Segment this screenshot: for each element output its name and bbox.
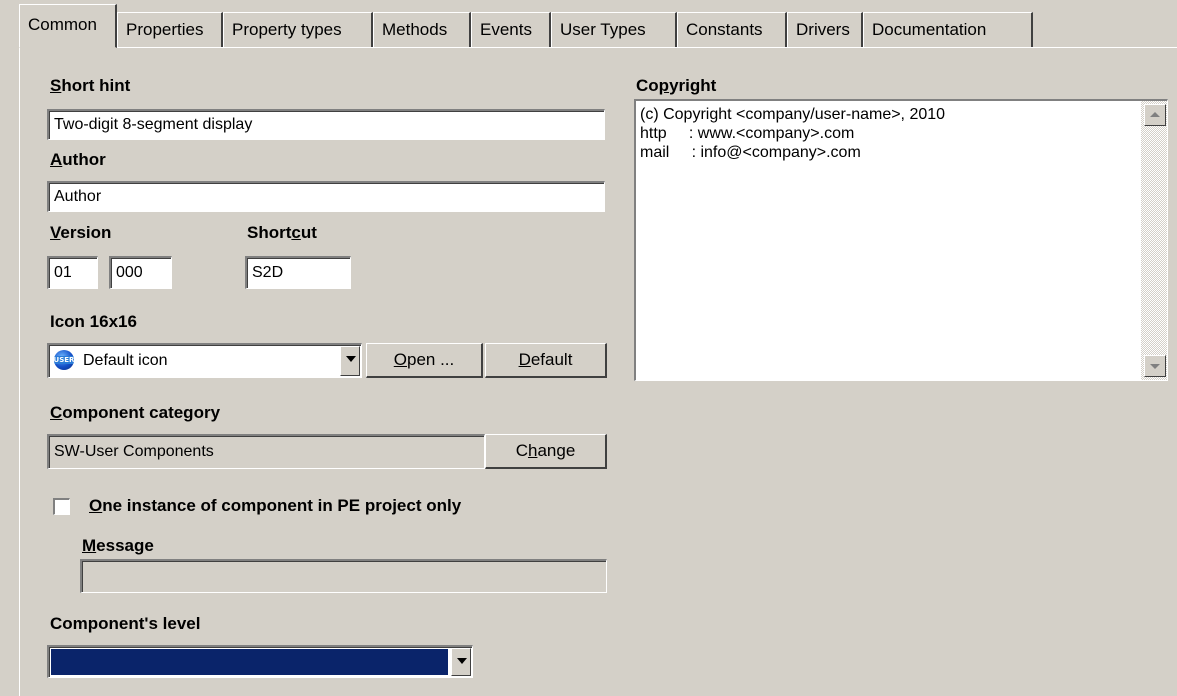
- version-major-input[interactable]: 01: [47, 256, 98, 289]
- copyright-label: Copyright: [636, 76, 717, 95]
- component-category-field: SW-User Components: [47, 434, 485, 469]
- copyright-scrollbar[interactable]: [1141, 101, 1167, 380]
- icon-select-value: Default icon: [83, 352, 168, 369]
- tab-strip: Common Properties Property types Methods…: [19, 0, 1177, 48]
- icon-select[interactable]: USER Default icon: [47, 343, 362, 378]
- icon-label: Icon 16x16: [50, 312, 137, 331]
- tab-methods[interactable]: Methods: [373, 12, 471, 47]
- short-hint-input[interactable]: Two-digit 8-segment display: [47, 109, 605, 140]
- default-icon-button[interactable]: Default: [485, 343, 607, 378]
- component-level-selected-value: [51, 649, 448, 675]
- tab-events[interactable]: Events: [471, 12, 551, 47]
- user-component-globe-icon: USER: [54, 350, 74, 370]
- copyright-line: http : www.<company>.com: [640, 125, 855, 142]
- copyright-line: (c) Copyright <company/user-name>, 2010: [640, 106, 946, 123]
- version-minor-input[interactable]: 000: [109, 256, 172, 289]
- tab-common[interactable]: Common: [19, 4, 117, 48]
- component-level-select[interactable]: [47, 645, 473, 678]
- component-level-label: Component's level: [50, 614, 201, 633]
- message-input: [80, 559, 607, 593]
- tab-properties[interactable]: Properties: [117, 12, 223, 47]
- short-hint-label: Short hint: [50, 76, 131, 95]
- scroll-up-icon[interactable]: [1144, 104, 1166, 126]
- copyright-line: mail : info@<company>.com: [640, 144, 861, 161]
- change-category-button[interactable]: Change: [485, 434, 607, 469]
- chevron-down-icon[interactable]: [340, 346, 360, 376]
- copyright-text: (c) Copyright <company/user-name>, 2010 …: [640, 105, 1137, 162]
- single-instance-label[interactable]: One instance of component in PE project …: [89, 496, 461, 516]
- tab-constants[interactable]: Constants: [677, 12, 787, 47]
- version-label: Version: [50, 223, 112, 242]
- tab-documentation[interactable]: Documentation: [863, 12, 1033, 47]
- component-category-label: Component category: [50, 403, 221, 422]
- author-input[interactable]: Author: [47, 181, 605, 212]
- open-icon-button[interactable]: Open ...: [366, 343, 483, 378]
- scroll-down-icon[interactable]: [1144, 355, 1166, 377]
- tab-drivers[interactable]: Drivers: [787, 12, 863, 47]
- copyright-textarea[interactable]: (c) Copyright <company/user-name>, 2010 …: [634, 99, 1168, 381]
- shortcut-input[interactable]: S2D: [245, 256, 351, 289]
- tab-user-types[interactable]: User Types: [551, 12, 677, 47]
- single-instance-checkbox[interactable]: [53, 498, 70, 515]
- tab-property-types[interactable]: Property types: [223, 12, 373, 47]
- author-label: Author: [50, 150, 106, 169]
- message-label: Message: [82, 536, 154, 555]
- chevron-down-icon[interactable]: [451, 648, 471, 676]
- shortcut-label: Shortcut: [247, 223, 317, 242]
